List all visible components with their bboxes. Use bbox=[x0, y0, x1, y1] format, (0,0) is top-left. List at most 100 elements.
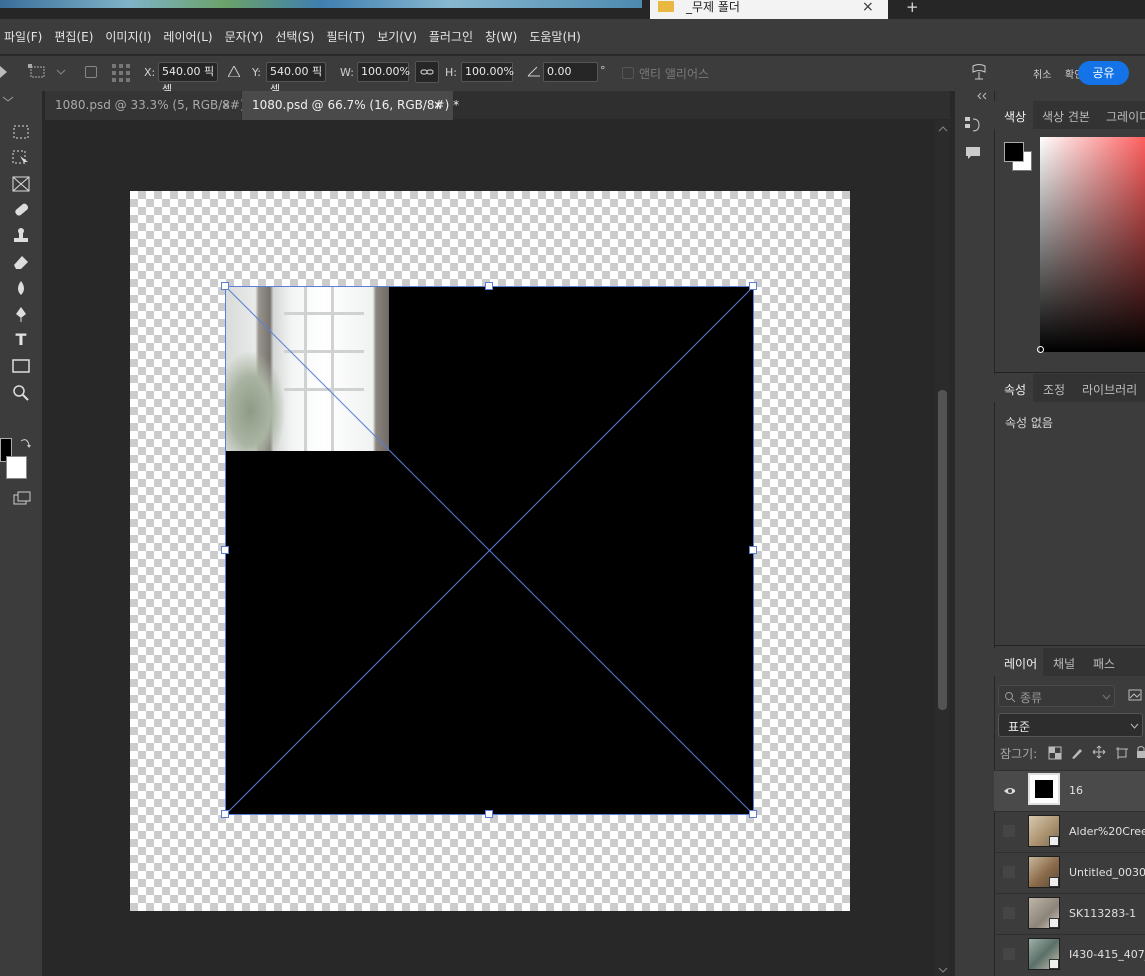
eye-icon[interactable] bbox=[1003, 785, 1015, 797]
menu-plugins[interactable]: 플러그인 bbox=[429, 28, 473, 45]
lock-all-icon[interactable] bbox=[1136, 745, 1145, 759]
lock-position-icon[interactable] bbox=[1092, 745, 1106, 759]
collapse-panels-icon[interactable] bbox=[976, 92, 988, 100]
lock-transparent-icon[interactable] bbox=[1048, 746, 1062, 760]
cancel-transform-button[interactable]: 취소 bbox=[1033, 66, 1051, 81]
stamp-icon[interactable] bbox=[10, 226, 32, 246]
share-button[interactable]: 공유 bbox=[1078, 61, 1129, 85]
layer-name[interactable]: 16 bbox=[1069, 784, 1083, 797]
scrollbar-thumb[interactable] bbox=[938, 390, 947, 710]
relative-position-icon[interactable] bbox=[228, 66, 240, 77]
transform-handle[interactable] bbox=[221, 546, 229, 554]
document-tab-1[interactable]: 1080.psd @ 33.3% (5, RGB/8#) × bbox=[45, 91, 245, 120]
close-icon[interactable]: × bbox=[221, 91, 231, 119]
screen-mode-icon[interactable] bbox=[12, 490, 32, 508]
window-frame bbox=[284, 350, 364, 353]
tab-adjustments[interactable]: 조정 bbox=[1043, 381, 1065, 398]
x-field[interactable]: 540.00 픽셀 bbox=[158, 62, 218, 96]
scroll-up-icon[interactable] bbox=[938, 125, 948, 133]
tab-channels[interactable]: 채널 bbox=[1053, 655, 1075, 672]
blend-mode-select[interactable]: 표준 bbox=[998, 713, 1143, 737]
scroll-down-icon[interactable] bbox=[938, 966, 948, 974]
menubar: 파일(F) 편집(E) 이미지(I) 레이어(L) 문자(Y) 선택(S) 필터… bbox=[0, 19, 1145, 54]
reference-point-grid-icon[interactable] bbox=[111, 63, 131, 83]
document-tab-2[interactable]: 1080.psd @ 66.7% (16, RGB/8#) * × bbox=[242, 91, 459, 120]
menu-image[interactable]: 이미지(I) bbox=[105, 28, 151, 45]
visibility-toggle[interactable] bbox=[1003, 948, 1015, 960]
menu-filter[interactable]: 필터(T) bbox=[326, 28, 365, 45]
frame-icon[interactable] bbox=[10, 174, 32, 194]
swap-colors-icon[interactable] bbox=[19, 437, 31, 449]
tab-gradients[interactable]: 그레이디 bbox=[1106, 108, 1145, 125]
healing-brush-icon[interactable] bbox=[10, 200, 32, 220]
tab-paths[interactable]: 패스 bbox=[1093, 655, 1115, 672]
layer-name[interactable]: SK113283-1 bbox=[1069, 907, 1136, 920]
layer-filter-select[interactable]: 종류 bbox=[998, 685, 1115, 707]
panel-foreground-swatch[interactable] bbox=[1004, 142, 1024, 162]
explorer-tab[interactable]: _무제 폴더 bbox=[650, 0, 888, 19]
menu-help[interactable]: 도움말(H) bbox=[529, 28, 581, 45]
new-tab-icon[interactable]: + bbox=[906, 0, 919, 16]
transform-icon[interactable] bbox=[28, 64, 48, 80]
color-picker-field[interactable] bbox=[1040, 137, 1145, 352]
menu-view[interactable]: 보기(V) bbox=[377, 28, 417, 45]
y-field[interactable]: 540.00 픽셀 bbox=[266, 62, 326, 96]
visibility-toggle[interactable] bbox=[1003, 907, 1015, 919]
close-icon[interactable]: × bbox=[433, 91, 443, 119]
layer-name[interactable]: I430-415_407_ bbox=[1069, 948, 1145, 961]
transform-handle[interactable] bbox=[749, 810, 757, 818]
tab-swatches[interactable]: 색상 견본 bbox=[1042, 108, 1090, 125]
tab-properties[interactable]: 속성 bbox=[1004, 381, 1026, 398]
antialias-checkbox[interactable] bbox=[622, 67, 634, 79]
marquee-icon[interactable] bbox=[10, 122, 32, 142]
angle-field[interactable]: 0.00 bbox=[543, 62, 598, 82]
visibility-toggle[interactable] bbox=[1003, 825, 1015, 837]
blur-icon[interactable] bbox=[10, 278, 32, 298]
tool-preset-icon[interactable] bbox=[0, 66, 8, 78]
color-picker-cursor[interactable] bbox=[1037, 346, 1044, 353]
chevron-down-icon[interactable] bbox=[56, 68, 66, 76]
tab-color[interactable]: 색상 bbox=[1004, 108, 1026, 125]
h-label: H: bbox=[445, 66, 457, 79]
pen-icon[interactable] bbox=[10, 304, 32, 324]
menu-select[interactable]: 선택(S) bbox=[275, 28, 314, 45]
w-field[interactable]: 100.00% bbox=[357, 62, 410, 82]
tab-layers[interactable]: 레이어 bbox=[1004, 655, 1037, 672]
transform-handle[interactable] bbox=[485, 282, 493, 290]
transform-handle[interactable] bbox=[221, 282, 229, 290]
x-label: X: bbox=[144, 66, 156, 79]
menu-edit[interactable]: 편집(E) bbox=[54, 28, 93, 45]
explorer-tab-close-icon[interactable]: × bbox=[862, 0, 874, 15]
transform-handle[interactable] bbox=[749, 546, 757, 554]
layer-thumbnail bbox=[1028, 938, 1060, 970]
lock-artboard-icon[interactable] bbox=[1115, 746, 1129, 760]
type-icon[interactable]: T bbox=[10, 330, 32, 350]
explorer-tab-title: _무제 폴더 bbox=[686, 0, 740, 14]
rectangle-icon[interactable] bbox=[10, 356, 32, 376]
zoom-icon[interactable] bbox=[10, 382, 32, 402]
transform-handle[interactable] bbox=[749, 282, 757, 290]
transform-handle[interactable] bbox=[485, 810, 493, 818]
layer-name[interactable]: Alder%20Creek bbox=[1069, 825, 1145, 838]
menu-window[interactable]: 창(W) bbox=[485, 28, 517, 45]
menu-type[interactable]: 문자(Y) bbox=[225, 28, 264, 45]
background-color-swatch[interactable] bbox=[6, 456, 27, 479]
object-select-icon[interactable] bbox=[10, 148, 32, 168]
image-filter-icon[interactable] bbox=[1128, 689, 1142, 701]
tab-libraries[interactable]: 라이브러리 bbox=[1082, 381, 1137, 398]
history-icon[interactable] bbox=[964, 115, 982, 135]
lock-paint-icon[interactable] bbox=[1070, 746, 1084, 760]
warp-icon[interactable] bbox=[970, 63, 988, 83]
reference-point-checkbox[interactable] bbox=[85, 66, 97, 78]
h-field[interactable]: 100.00% bbox=[461, 62, 514, 82]
menu-layer[interactable]: 레이어(L) bbox=[163, 28, 212, 45]
menu-file[interactable]: 파일(F) bbox=[4, 28, 42, 45]
comments-icon[interactable] bbox=[965, 145, 981, 161]
eraser-icon[interactable] bbox=[10, 252, 32, 272]
link-icon[interactable] bbox=[415, 61, 439, 83]
layer-name[interactable]: Untitled_00307 bbox=[1069, 866, 1145, 879]
transform-handle[interactable] bbox=[221, 810, 229, 818]
collapse-toolbox-icon[interactable] bbox=[0, 96, 16, 104]
blend-mode-value: 표준 bbox=[1008, 720, 1031, 734]
visibility-toggle[interactable] bbox=[1003, 866, 1015, 878]
